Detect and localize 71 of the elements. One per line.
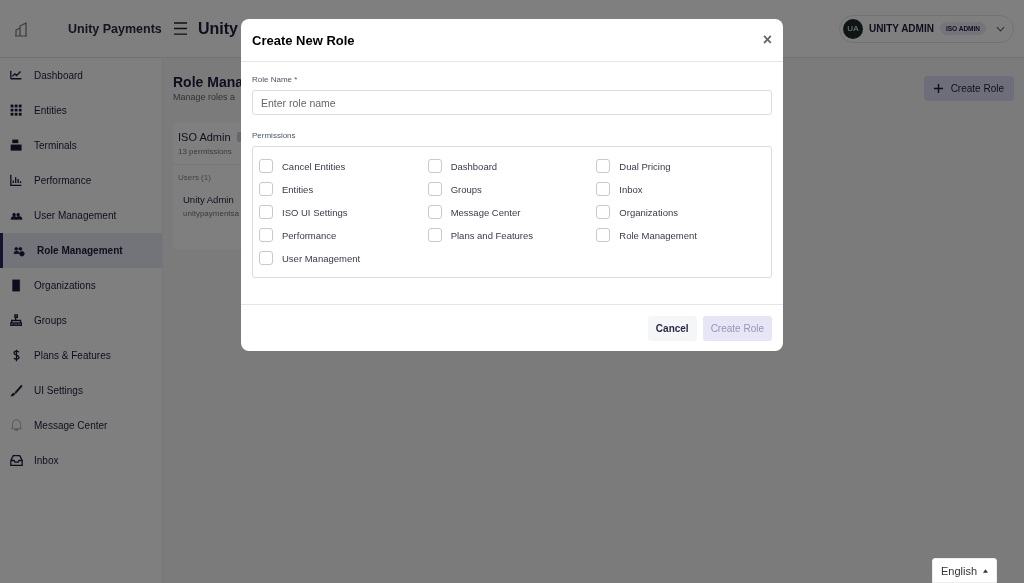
- sidebar-item[interactable]: Entities: [0, 93, 162, 128]
- sidebar-item[interactable]: UI Settings: [0, 373, 162, 408]
- cancel-button[interactable]: Cancel: [647, 315, 697, 341]
- menu-icon[interactable]: [173, 22, 188, 35]
- checkbox[interactable]: [596, 159, 611, 173]
- field-label: Role Name *: [252, 75, 299, 84]
- user-avatar: UA: [842, 18, 863, 39]
- checkbox[interactable]: [596, 205, 611, 219]
- sidebar-item[interactable]: Terminals: [0, 128, 162, 163]
- permission-label: Role Management: [619, 229, 697, 241]
- create-role-button[interactable]: Create Role: [923, 76, 1014, 101]
- sidebar-item[interactable]: Plans & Features: [0, 338, 162, 373]
- card-user-name: Unity Admin: [183, 194, 234, 205]
- permission-label: Cancel Entities: [282, 160, 346, 172]
- close-button[interactable]: ×: [762, 31, 772, 49]
- permission-label: Plans and Features: [450, 229, 534, 241]
- sidebar-item[interactable]: Dashboard: [0, 58, 162, 93]
- nav-icon: [10, 104, 23, 117]
- nav-icon: [10, 419, 23, 432]
- permission-label: ISO UI Settings: [282, 206, 348, 218]
- checkbox[interactable]: [427, 159, 442, 173]
- permission-label: Performance: [282, 229, 337, 241]
- sidebar-item[interactable]: Organizations: [0, 268, 162, 303]
- header-title: Unity: [198, 19, 238, 38]
- checkbox[interactable]: [259, 159, 273, 173]
- sidebar-item[interactable]: User Management: [0, 198, 162, 233]
- nav-icon: [10, 174, 23, 187]
- nav-icon: [10, 279, 23, 292]
- checkbox[interactable]: [259, 182, 273, 196]
- brand-name: Unity Payments: [68, 21, 162, 36]
- checkbox[interactable]: [259, 205, 273, 219]
- permission-label: Entities: [282, 183, 314, 195]
- permission-label: Organizations: [619, 206, 678, 218]
- sidebar-item[interactable]: Performance: [0, 163, 162, 198]
- nav-icon: [10, 209, 23, 222]
- checkbox[interactable]: [596, 182, 611, 196]
- dialog-title: Create New Role: [252, 32, 355, 48]
- page-subtitle: Manage roles a: [173, 92, 237, 102]
- sidebar-item[interactable]: Role Management: [0, 233, 162, 268]
- sidebar-item[interactable]: Inbox: [0, 443, 162, 478]
- plus-icon: [933, 84, 943, 93]
- checkbox[interactable]: [596, 228, 611, 242]
- permission-label: Message Center: [450, 206, 521, 218]
- permission-label: User Management: [282, 252, 361, 264]
- caret-icon: [983, 568, 988, 573]
- sidebar-item[interactable]: Message Center: [0, 408, 162, 443]
- checkbox[interactable]: [259, 228, 273, 242]
- user-name: UNITY ADMIN: [868, 23, 934, 34]
- role-name-field[interactable]: Enter role name: [252, 90, 772, 115]
- permissions-label: Permissions: [252, 131, 297, 140]
- nav-icon: [10, 139, 23, 152]
- nav-icon: [10, 384, 23, 397]
- nav-icon: [10, 454, 23, 467]
- nav-icon: [10, 69, 23, 82]
- role-name: ISO Admin: [178, 131, 231, 143]
- checkbox[interactable]: [427, 228, 442, 242]
- nav-icon: [13, 244, 26, 257]
- sidebar-item[interactable]: Groups: [0, 303, 162, 338]
- permission-label: Dashboard: [450, 160, 498, 172]
- card-user-email: unitypaymentsa: [183, 209, 240, 218]
- checkbox[interactable]: [427, 182, 442, 196]
- buildings-icon: [14, 20, 28, 37]
- permission-label: Dual Pricing: [619, 160, 671, 172]
- permission-label: Groups: [450, 183, 482, 195]
- permission-label: Inbox: [619, 183, 643, 195]
- page-title: Role Mana: [173, 74, 243, 90]
- chevron-icon: [996, 25, 1005, 32]
- checkbox[interactable]: [259, 251, 273, 265]
- checkbox[interactable]: [427, 205, 442, 219]
- language-button[interactable]: English: [931, 558, 997, 583]
- nav-icon: [10, 314, 23, 327]
